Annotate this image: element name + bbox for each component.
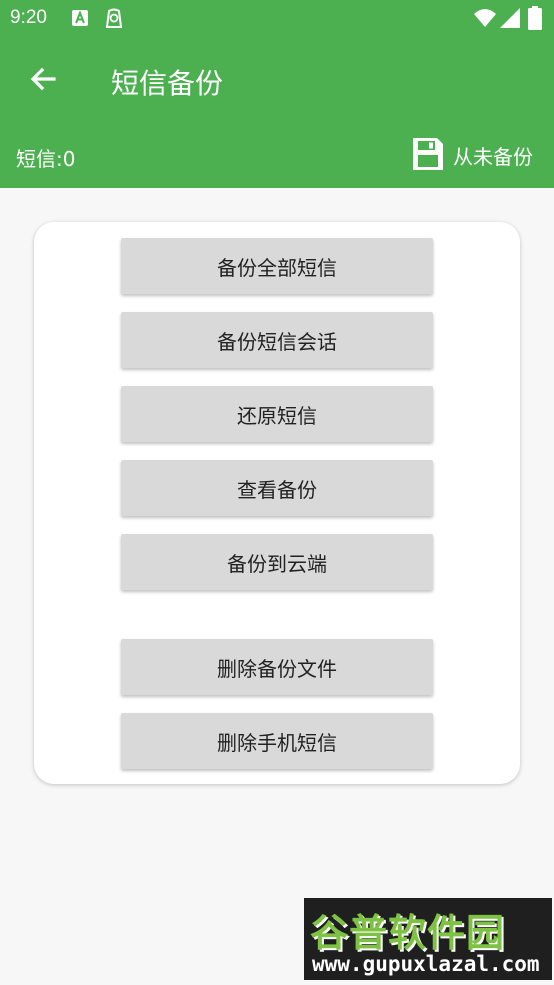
page-title: 短信备份 — [111, 67, 224, 100]
backup-all-sms-button[interactable]: 备份全部短信 — [121, 238, 433, 294]
screen-lock-icon — [105, 8, 123, 28]
restore-sms-button[interactable]: 还原短信 — [121, 386, 433, 442]
backup-conversations-button[interactable]: 备份短信会话 — [121, 312, 433, 368]
watermark-logo: 谷普软件园 — [310, 911, 506, 955]
battery-icon — [528, 6, 542, 30]
back-arrow-icon[interactable] — [28, 64, 58, 94]
floppy-disk-icon — [413, 138, 443, 170]
backup-to-cloud-button[interactable]: 备份到云端 — [121, 534, 433, 590]
backup-status: 从未备份 — [453, 145, 533, 169]
action-card: 备份全部短信 备份短信会话 还原短信 查看备份 备份到云端 删除备份文件 删除手… — [34, 222, 520, 784]
status-bar: 9:20 — [0, 0, 554, 38]
watermark-url: www.gupuxlazal.com — [312, 952, 540, 976]
delete-phone-sms-button[interactable]: 删除手机短信 — [121, 713, 433, 769]
keyboard-a-icon — [72, 10, 88, 26]
app-bar: 短信备份 短信:0 从未备份 — [0, 38, 554, 188]
signal-icon — [500, 8, 520, 28]
watermark: 谷普软件园 www.gupuxlazal.com — [304, 898, 552, 980]
wifi-icon — [474, 9, 496, 27]
view-backup-button[interactable]: 查看备份 — [121, 460, 433, 516]
status-time: 9:20 — [10, 7, 47, 28]
sms-count: 短信:0 — [16, 147, 76, 171]
delete-backup-files-button[interactable]: 删除备份文件 — [121, 639, 433, 695]
